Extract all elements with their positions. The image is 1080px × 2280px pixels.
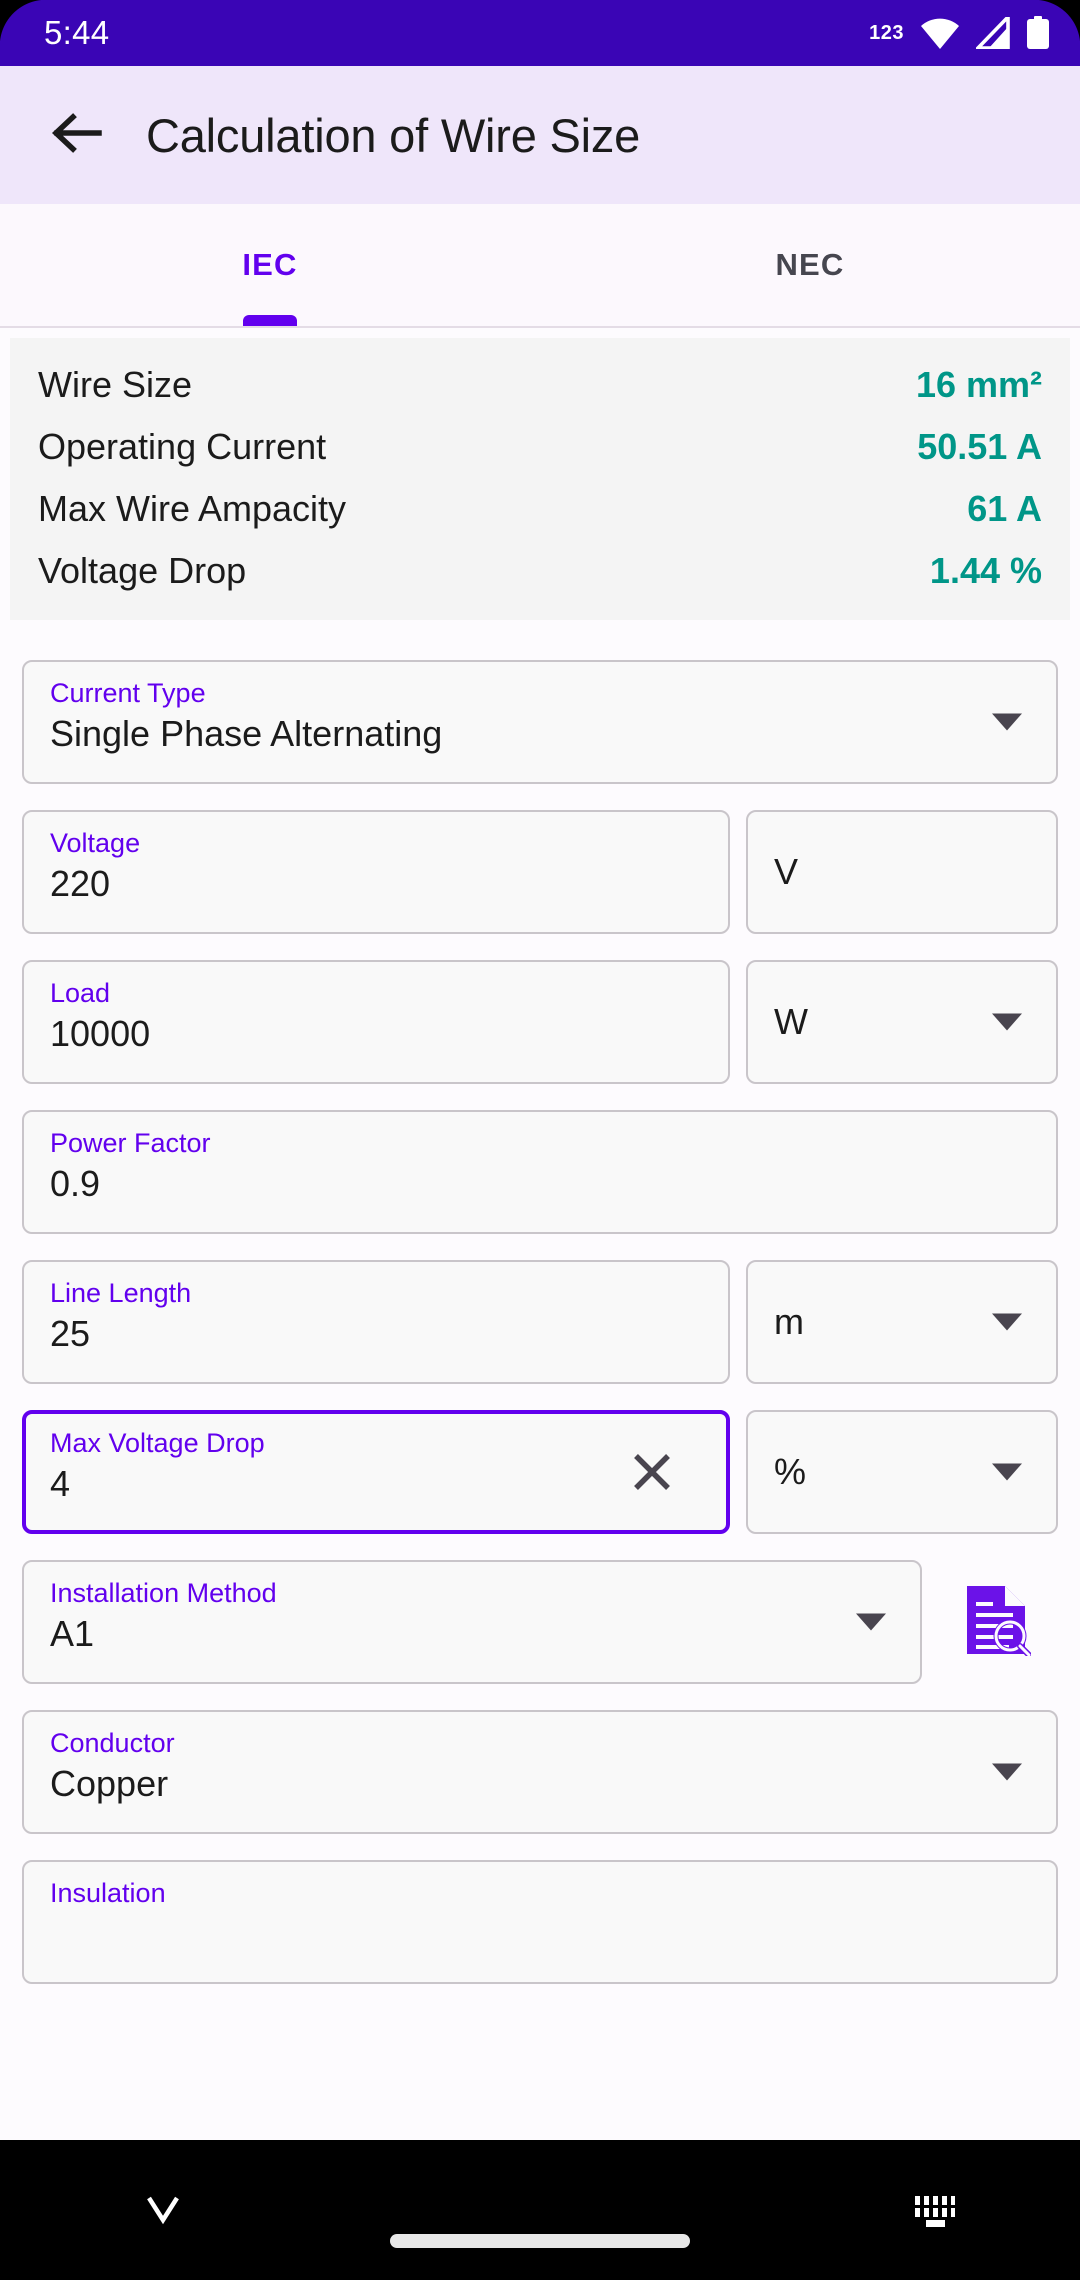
conductor-dropdown[interactable]: Conductor Copper (22, 1710, 1058, 1834)
document-search-icon (963, 1584, 1032, 1661)
max-voltage-drop-input[interactable]: Max Voltage Drop 4 (22, 1410, 730, 1534)
chevron-down-icon[interactable] (992, 1313, 1022, 1331)
phone-screen: 5:44 123 Calculation of Wire Size IEC NE… (0, 0, 1080, 2280)
voltage-value: 220 (50, 863, 111, 904)
result-label: Voltage Drop (38, 550, 247, 591)
load-value: 10000 (50, 1013, 151, 1054)
voltage-input[interactable]: Voltage 220 (22, 810, 730, 934)
app-bar: Calculation of Wire Size (0, 66, 1080, 204)
back-arrow-icon (51, 110, 103, 161)
voltage-label: Voltage (50, 828, 141, 858)
tab-nec[interactable]: NEC (540, 204, 1080, 326)
chevron-down-icon[interactable] (992, 1763, 1022, 1781)
form-row-power-factor: Power Factor 0.9 (22, 1110, 1058, 1234)
form-row-installation-method: Installation Method A1 (22, 1560, 1058, 1684)
form-row-insulation: Insulation (22, 1860, 1058, 1984)
installation-method-label: Installation Method (50, 1578, 277, 1608)
line-length-label: Line Length (50, 1278, 192, 1308)
form-row-current-type: Current Type Single Phase Alternating (22, 660, 1058, 784)
voltage-unit-box: V (746, 810, 1058, 934)
wifi-icon (920, 17, 960, 49)
tab-bar: IEC NEC (0, 204, 1080, 328)
line-length-unit-dropdown[interactable]: m (746, 1260, 1058, 1384)
tab-iec[interactable]: IEC (0, 204, 540, 326)
result-row-voltage-drop: Voltage Drop 1.44 % (38, 550, 1042, 612)
tab-active-indicator (243, 315, 297, 326)
insulation-label: Insulation (50, 1878, 166, 1908)
tab-nec-label: NEC (775, 247, 845, 282)
installation-method-info-button[interactable] (938, 1560, 1056, 1684)
insulation-dropdown[interactable]: Insulation (22, 1860, 1058, 1984)
keyboard-switch-button[interactable] (913, 2194, 957, 2233)
power-factor-value: 0.9 (50, 1163, 101, 1204)
result-value: 16 mm² (915, 364, 1042, 405)
home-indicator[interactable] (390, 2234, 690, 2248)
line-length-value: 25 (50, 1313, 91, 1354)
chevron-down-icon[interactable] (992, 713, 1022, 731)
load-unit-dropdown[interactable]: W (746, 960, 1058, 1084)
status-bar-clock: 5:44 (44, 14, 110, 51)
result-row-max-wire-ampacity: Max Wire Ampacity 61 A (38, 488, 1042, 550)
status-bar: 5:44 123 (0, 0, 1080, 66)
result-label: Operating Current (38, 426, 327, 467)
result-row-operating-current: Operating Current 50.51 A (38, 426, 1042, 488)
content-bottom-mask (0, 2040, 1080, 2140)
results-panel: Wire Size 16 mm² Operating Current 50.51… (10, 338, 1070, 620)
installation-method-dropdown[interactable]: Installation Method A1 (22, 1560, 922, 1684)
hide-keyboard-button[interactable] (143, 2192, 183, 2231)
form-row-load: Load 10000 W (22, 960, 1058, 1084)
current-type-dropdown[interactable]: Current Type Single Phase Alternating (22, 660, 1058, 784)
result-label: Wire Size (38, 364, 193, 405)
form-row-conductor: Conductor Copper (22, 1710, 1058, 1834)
power-factor-label: Power Factor (50, 1128, 211, 1158)
form-row-line-length: Line Length 25 m (22, 1260, 1058, 1384)
back-button[interactable] (44, 102, 110, 168)
chevron-down-icon[interactable] (856, 1613, 886, 1631)
result-label: Max Wire Ampacity (38, 488, 347, 529)
chevron-down-icon[interactable] (992, 1013, 1022, 1031)
conductor-value: Copper (50, 1763, 169, 1804)
calculation-form: Current Type Single Phase Alternating Vo… (0, 660, 1080, 2010)
current-type-value: Single Phase Alternating (50, 713, 443, 754)
conductor-label: Conductor (50, 1728, 175, 1758)
tab-iec-label: IEC (242, 247, 298, 282)
chevron-down-icon[interactable] (992, 1463, 1022, 1481)
load-label: Load (50, 978, 111, 1008)
installation-method-value: A1 (50, 1613, 95, 1654)
cellular-signal-icon (976, 17, 1010, 49)
result-value: 1.44 % (929, 550, 1042, 591)
result-value: 61 A (967, 488, 1042, 529)
result-row-wire-size: Wire Size 16 mm² (38, 364, 1042, 426)
form-row-max-voltage-drop: Max Voltage Drop 4 % (22, 1410, 1058, 1534)
power-factor-input[interactable]: Power Factor 0.9 (22, 1110, 1058, 1234)
page-title: Calculation of Wire Size (146, 108, 641, 162)
load-input[interactable]: Load 10000 (22, 960, 730, 1084)
max-voltage-drop-unit-dropdown[interactable]: % (746, 1410, 1058, 1534)
battery-icon (1026, 16, 1050, 50)
result-value: 50.51 A (917, 426, 1042, 467)
max-voltage-drop-value: 4 (50, 1463, 71, 1504)
voltage-unit-value: V (774, 851, 799, 893)
notification-count-badge: 123 (869, 21, 904, 44)
current-type-label: Current Type (50, 678, 206, 708)
close-icon[interactable] (630, 1450, 674, 1494)
form-row-voltage: Voltage 220 V (22, 810, 1058, 934)
max-voltage-drop-label: Max Voltage Drop (50, 1428, 265, 1458)
status-bar-icons: 123 (869, 16, 1050, 50)
line-length-input[interactable]: Line Length 25 (22, 1260, 730, 1384)
system-navigation-bar (0, 2140, 1080, 2280)
